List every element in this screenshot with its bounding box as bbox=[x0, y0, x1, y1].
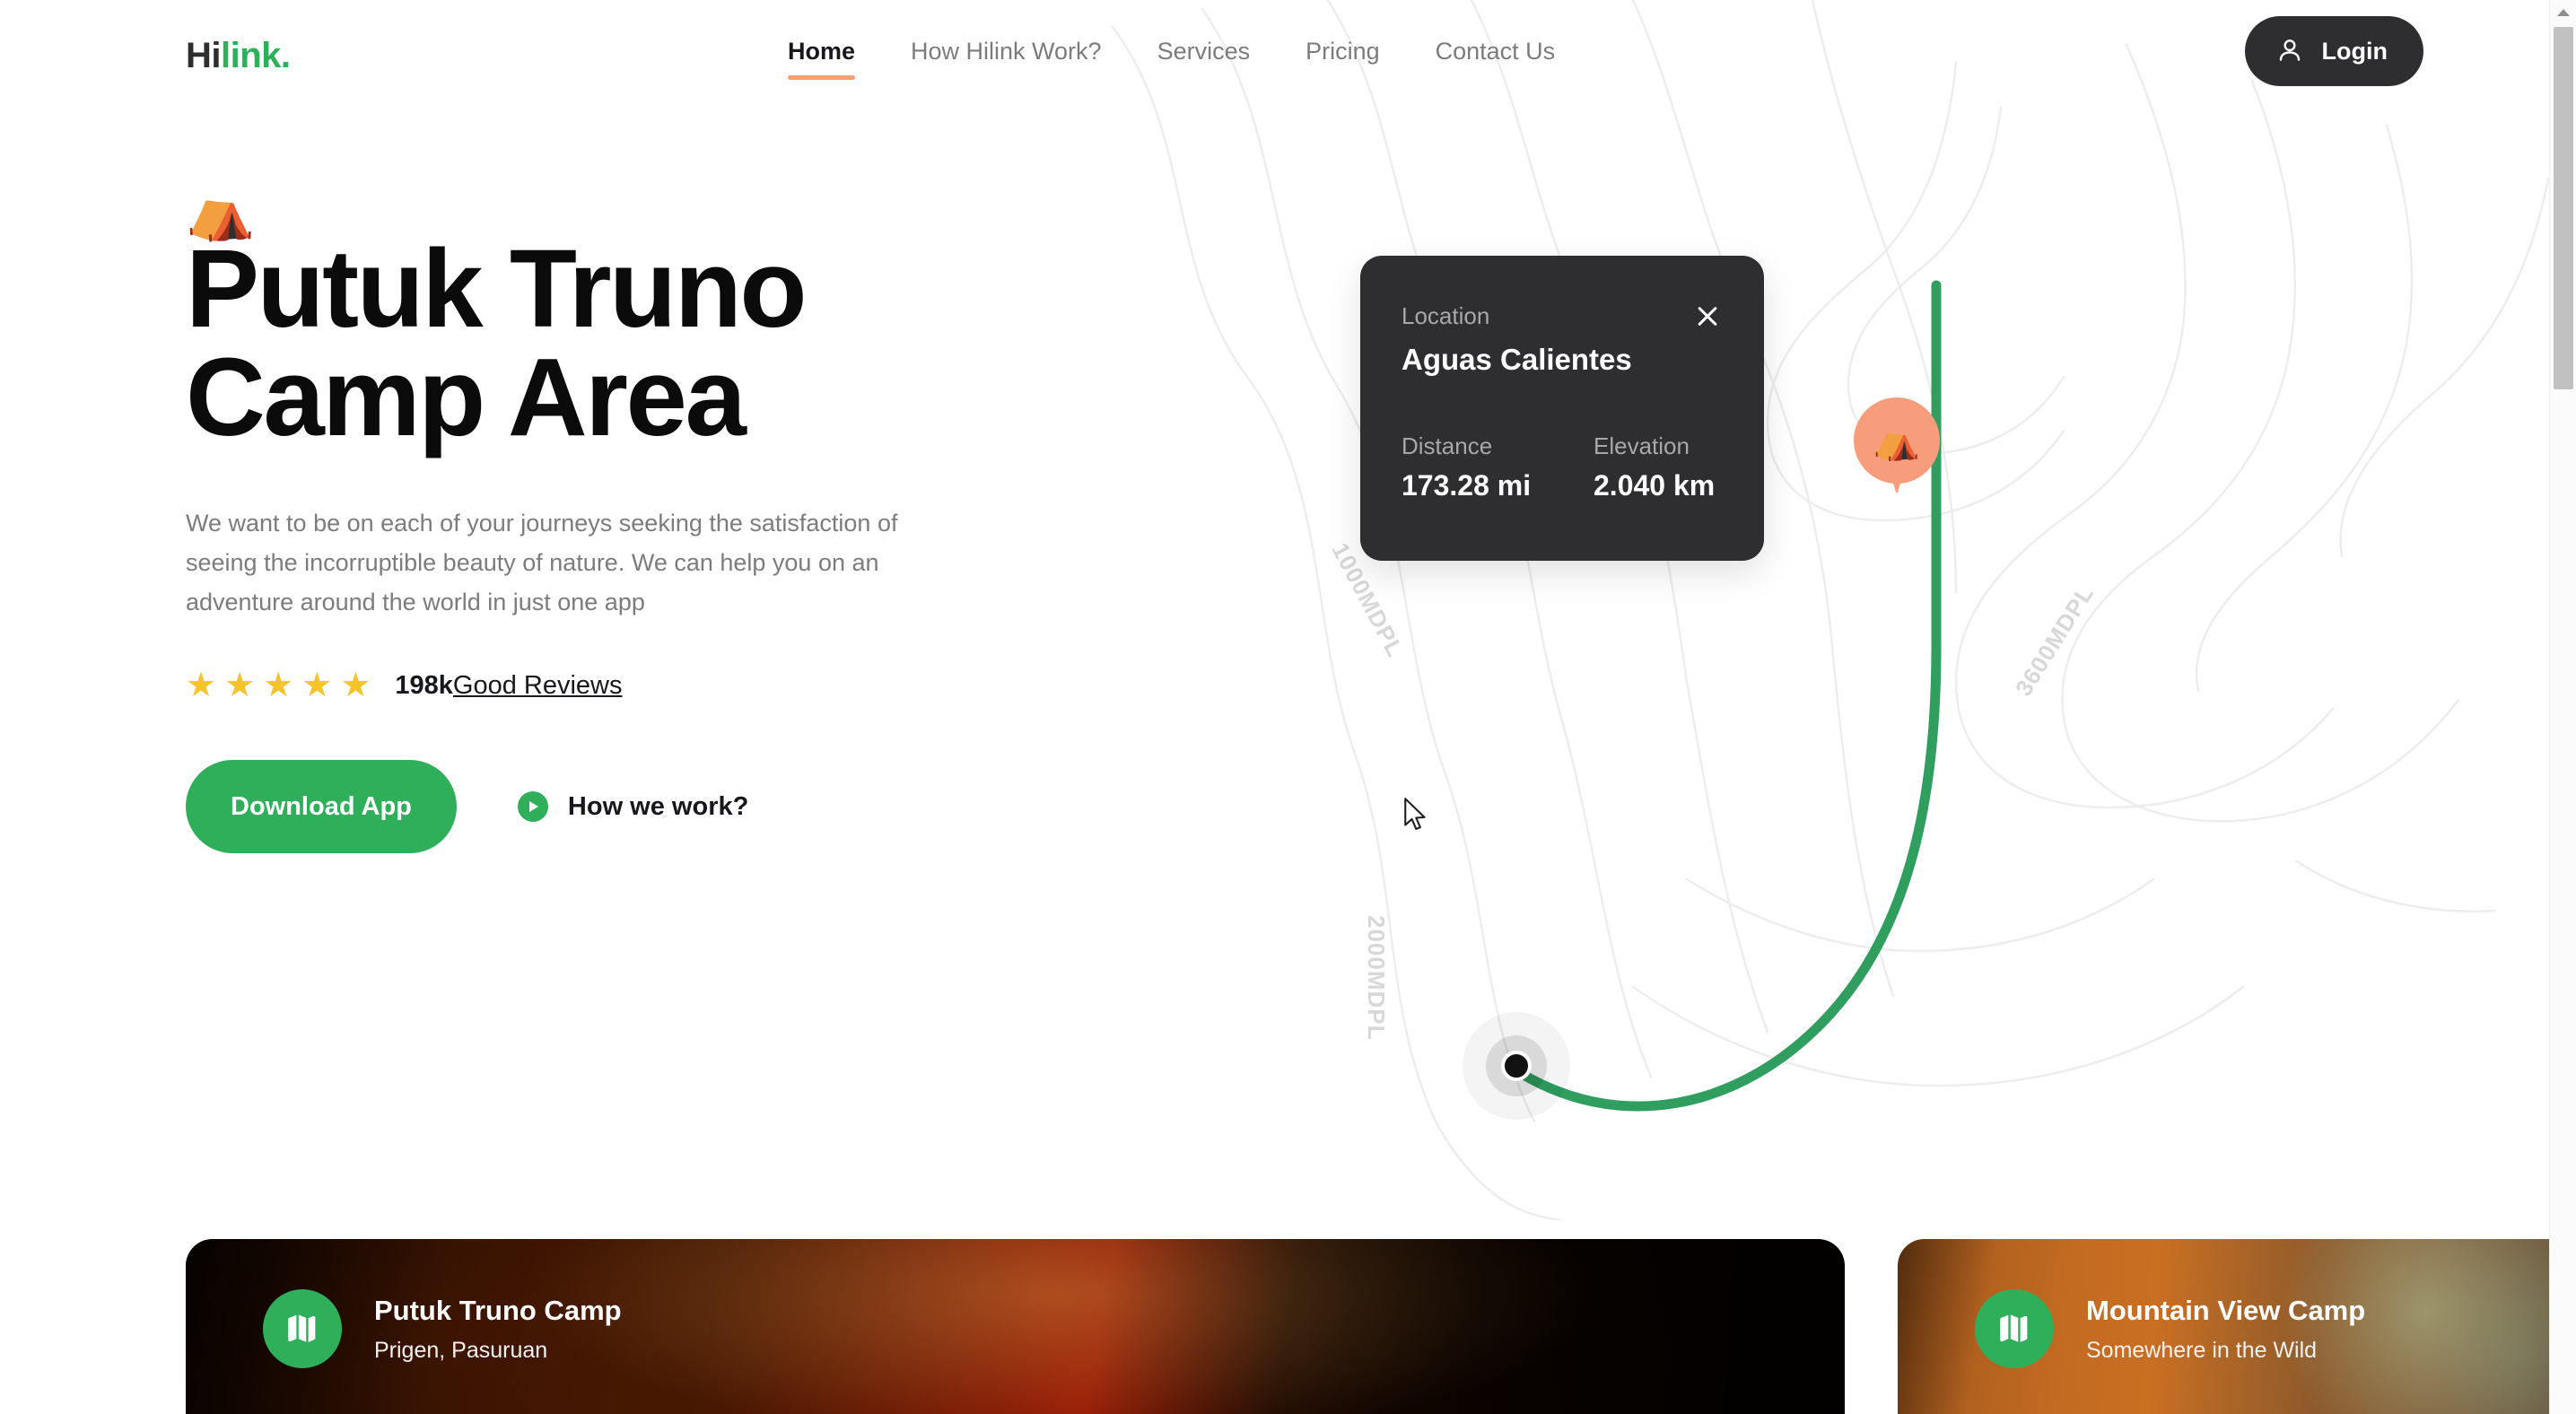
contour-label-2000: 2000MDPL bbox=[1363, 915, 1390, 1041]
logo-part-accent: link. bbox=[221, 36, 291, 75]
logo[interactable]: Hilink. bbox=[186, 36, 291, 76]
nav-item-services[interactable]: Services bbox=[1157, 38, 1251, 80]
star-icon: ★ bbox=[301, 667, 333, 705]
nav-item-pricing[interactable]: Pricing bbox=[1305, 38, 1380, 80]
camp-card-content: Mountain View Camp Somewhere in the Wild bbox=[1898, 1289, 2365, 1368]
star-icon: ★ bbox=[224, 667, 256, 705]
route-start-marker[interactable] bbox=[1463, 1012, 1570, 1120]
camp-card-title: Putuk Truno Camp bbox=[374, 1294, 622, 1326]
hero-description: We want to be on each of your journeys s… bbox=[186, 510, 898, 615]
main-nav: Home How Hilink Work? Services Pricing C… bbox=[788, 38, 1555, 80]
how-we-work-button[interactable]: How we work? bbox=[517, 791, 749, 823]
camp-card-subtitle: Prigen, Pasuruan bbox=[374, 1337, 548, 1363]
camp-card-mountain-view[interactable]: Mountain View Camp Somewhere in the Wild bbox=[1898, 1239, 2576, 1414]
stat-distance-value: 173.28 mi bbox=[1402, 469, 1532, 502]
login-button[interactable]: Login bbox=[2244, 16, 2423, 86]
contour-lines bbox=[1111, 0, 2550, 1220]
logo-part-primary: Hi bbox=[186, 36, 222, 75]
mouse-cursor bbox=[1402, 797, 1429, 841]
location-card: Location Aguas Calientes Distance 173.28… bbox=[1360, 256, 1764, 561]
camp-card-title: Mountain View Camp bbox=[2086, 1294, 2366, 1326]
stat-distance: Distance 173.28 mi bbox=[1402, 432, 1577, 502]
star-icon: ★ bbox=[263, 667, 294, 705]
map-icon bbox=[263, 1289, 342, 1368]
camp-location-pin[interactable]: ⛺ bbox=[1854, 397, 1940, 493]
download-app-button[interactable]: Download App bbox=[186, 760, 457, 854]
camp-cards-row: Putuk Truno Camp Prigen, Pasuruan Mounta… bbox=[0, 1239, 2576, 1414]
cta-row: Download App How we work? bbox=[186, 760, 1101, 854]
nav-item-home[interactable]: Home bbox=[788, 38, 856, 80]
map-icon bbox=[1975, 1289, 2054, 1368]
stat-elevation: Elevation 2.040 km bbox=[1594, 432, 1769, 502]
stat-elevation-label: Elevation bbox=[1594, 432, 1690, 459]
site-header: Hilink. Home How Hilink Work? Services P… bbox=[0, 0, 2576, 118]
rating-stars: ★ ★ ★ ★ ★ bbox=[186, 668, 371, 703]
login-button-label: Login bbox=[2321, 37, 2388, 65]
reviews-label[interactable]: Good Reviews bbox=[453, 671, 623, 700]
how-we-work-label: How we work? bbox=[567, 791, 749, 821]
scroll-up-arrow-icon[interactable] bbox=[2550, 0, 2576, 25]
user-icon bbox=[2275, 36, 2304, 67]
reviews-row: ★ ★ ★ ★ ★ 198kGood Reviews bbox=[186, 668, 1101, 703]
reviews-count: 198k bbox=[395, 670, 453, 700]
star-icon: ★ bbox=[340, 667, 371, 705]
camp-card-text: Putuk Truno Camp Prigen, Pasuruan bbox=[374, 1295, 622, 1364]
camp-card-text: Mountain View Camp Somewhere in the Wild bbox=[2086, 1295, 2365, 1364]
star-icon: ★ bbox=[186, 667, 217, 705]
nav-item-how-hilink-work[interactable]: How Hilink Work? bbox=[911, 38, 1102, 80]
map-background: 1000MDPL 2000MDPL 3600MDPL bbox=[1059, 0, 2576, 1220]
play-icon bbox=[517, 791, 548, 823]
scrollbar-thumb[interactable] bbox=[2554, 27, 2573, 389]
camp-card-subtitle: Somewhere in the Wild bbox=[2086, 1337, 2318, 1363]
location-label: Location bbox=[1402, 302, 1490, 329]
stat-distance-label: Distance bbox=[1402, 432, 1493, 459]
camp-card-content: Putuk Truno Camp Prigen, Pasuruan bbox=[186, 1289, 622, 1368]
vertical-scrollbar[interactable] bbox=[2549, 0, 2576, 1414]
hero-section: ⛺ Putuk Truno Camp Area We want to be on… bbox=[186, 184, 1101, 854]
start-dot bbox=[1501, 1051, 1532, 1081]
stat-elevation-value: 2.040 km bbox=[1594, 469, 1716, 502]
location-card-header: Location bbox=[1402, 302, 1723, 331]
reviews-text: 198kGood Reviews bbox=[395, 671, 622, 701]
camp-card-putuk-truno[interactable]: Putuk Truno Camp Prigen, Pasuruan bbox=[186, 1239, 1845, 1414]
contour-label-3600: 3600MDPL bbox=[2010, 580, 2100, 701]
location-name: Aguas Calientes bbox=[1402, 343, 1632, 376]
tent-marker-icon: ⛺ bbox=[1854, 397, 1940, 484]
nav-item-contact-us[interactable]: Contact Us bbox=[1436, 38, 1556, 80]
location-stats: Distance 173.28 mi Elevation 2.040 km bbox=[1402, 432, 1723, 502]
page-title: Putuk Truno Camp Area bbox=[186, 228, 807, 459]
page-root: 1000MDPL 2000MDPL 3600MDPL ⛺ Hilink. Hom… bbox=[0, 0, 2576, 1414]
close-icon[interactable] bbox=[1692, 301, 1723, 331]
